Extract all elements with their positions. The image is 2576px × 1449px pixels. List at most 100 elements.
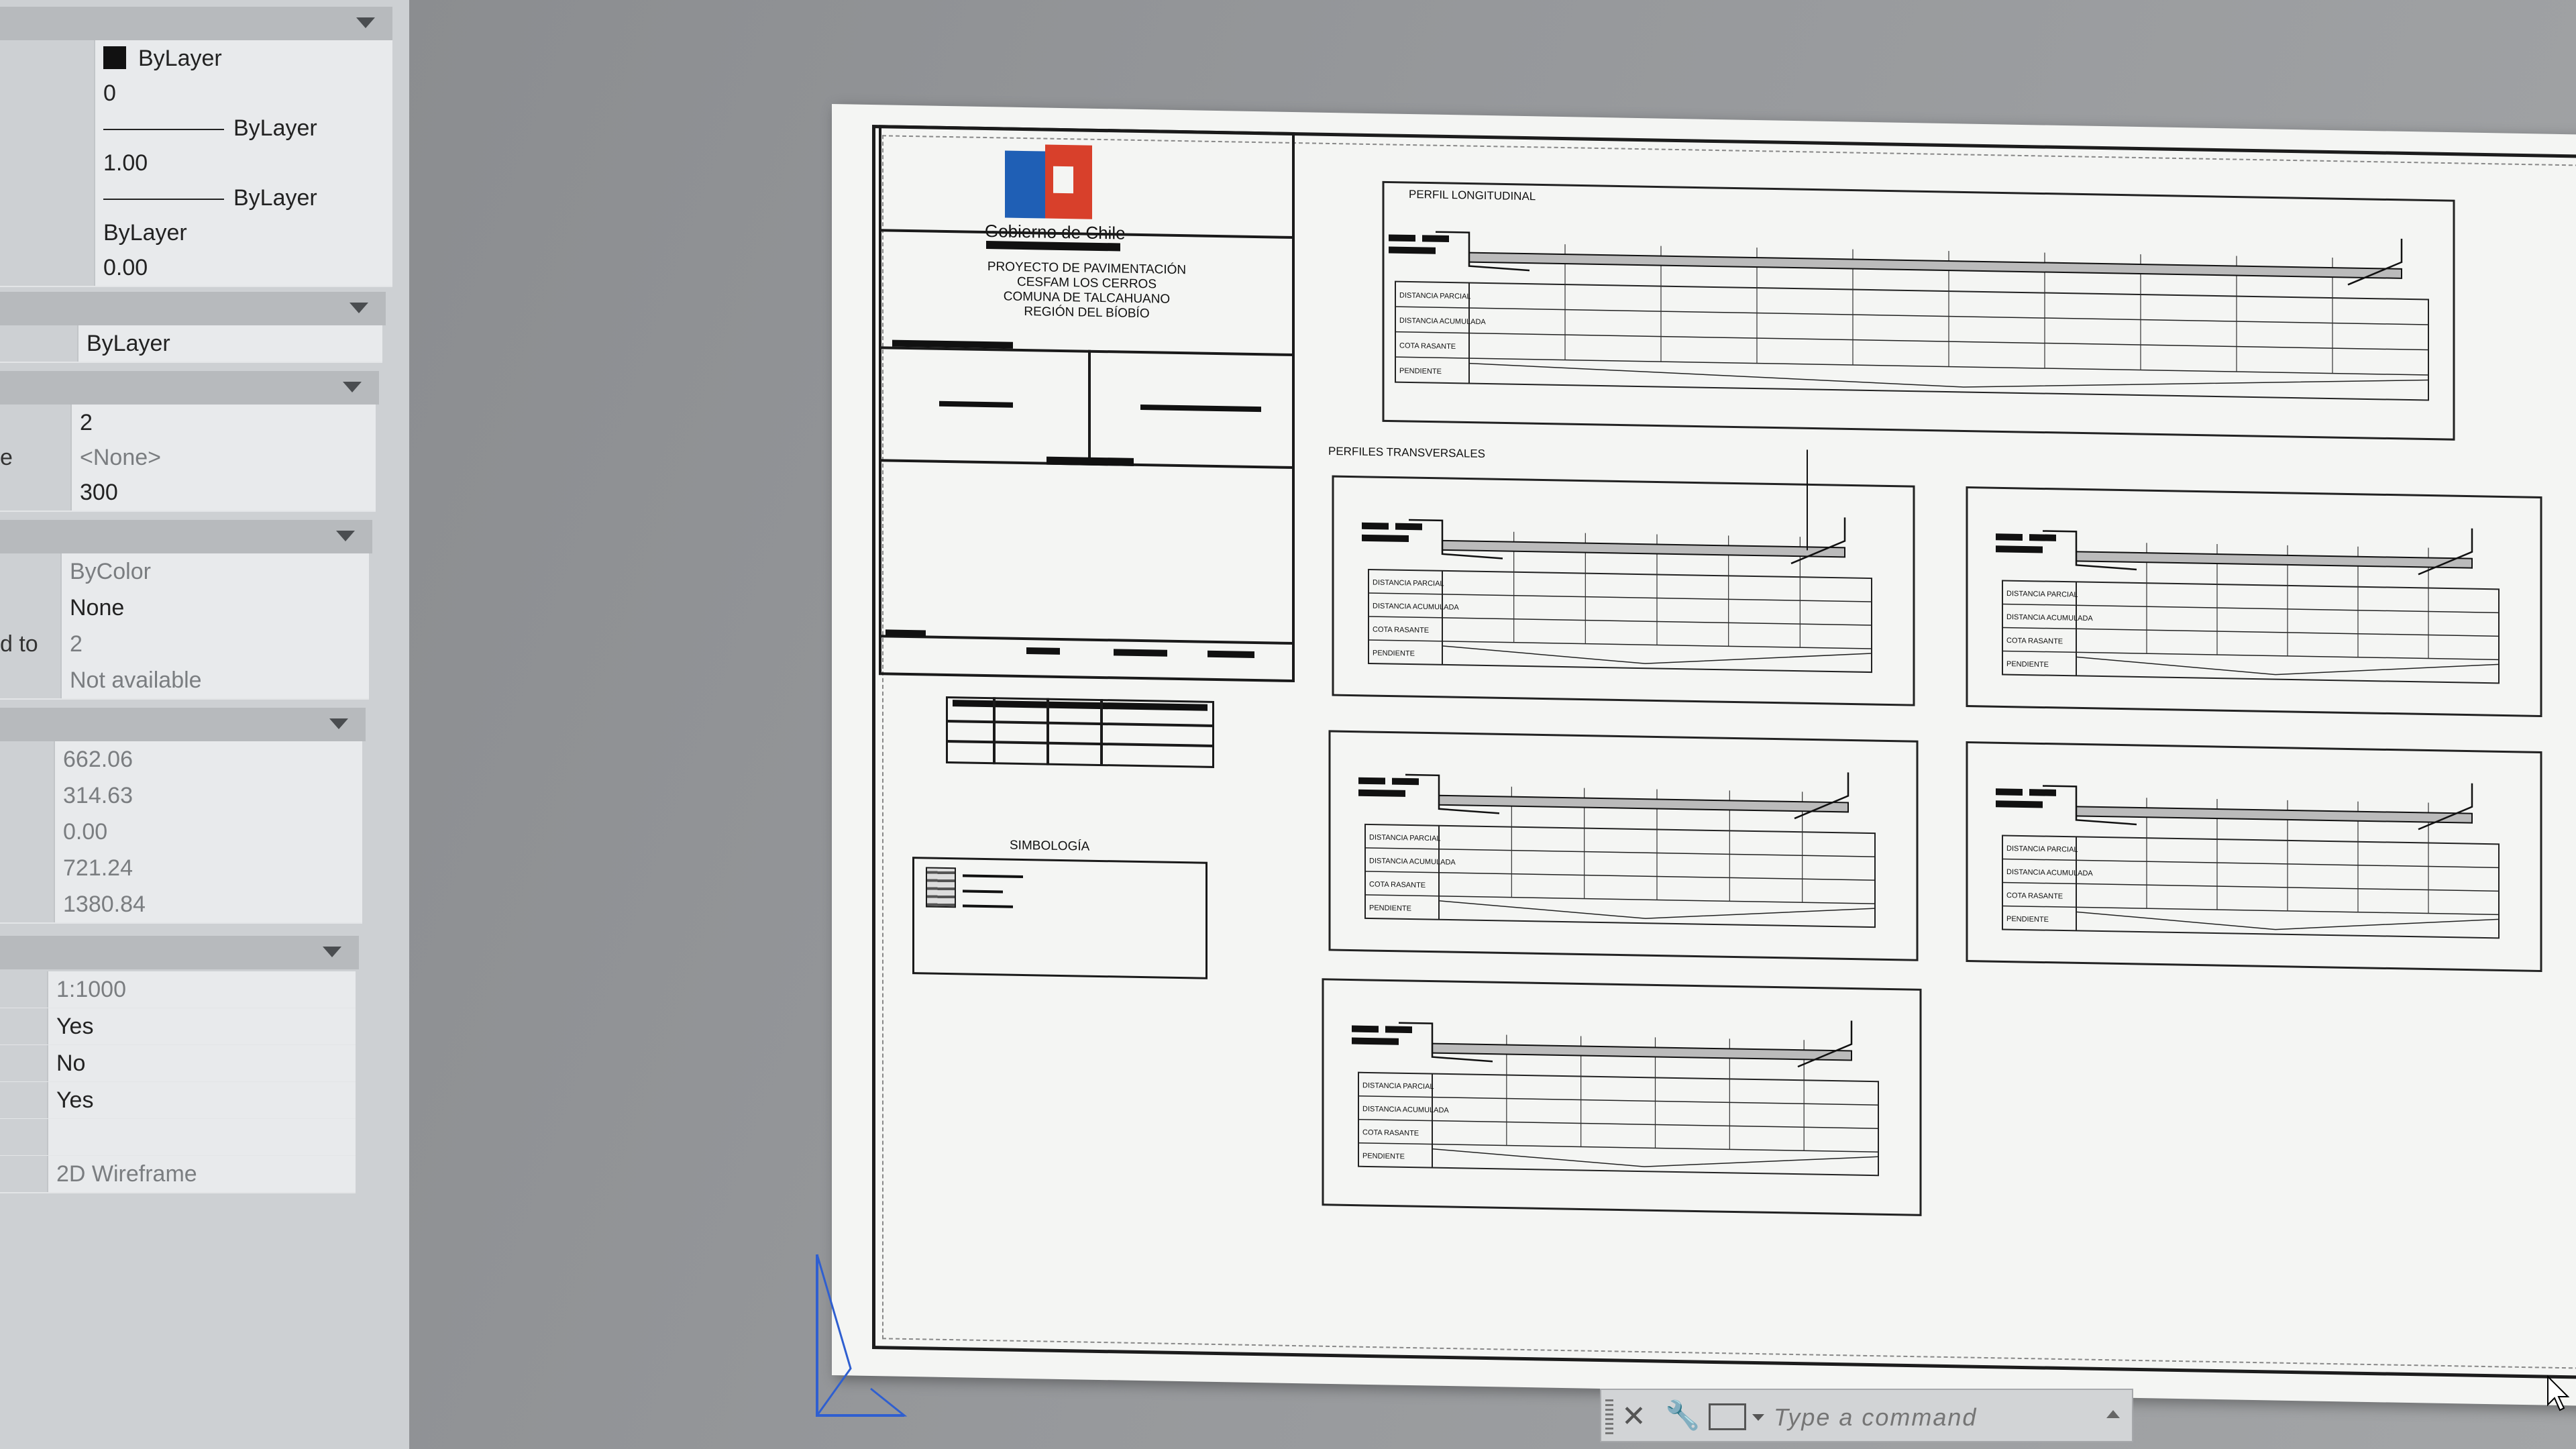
legend-block [1389, 246, 1436, 254]
collapse-arrow-icon[interactable] [350, 303, 368, 313]
property-row[interactable]: Not available [0, 662, 369, 700]
property-value[interactable]: No [47, 1045, 356, 1081]
property-row[interactable]: 314.63 [0, 777, 362, 815]
legend-block [1389, 234, 1415, 242]
property-value[interactable]: 2D Wireframe [47, 1156, 356, 1192]
command-history-up-icon[interactable] [2106, 1410, 2120, 1418]
chevron-down-icon[interactable] [1752, 1414, 1764, 1421]
command-prompt-icon[interactable] [1709, 1403, 1746, 1430]
collapse-arrow-icon[interactable] [323, 947, 341, 957]
section-header-general[interactable] [0, 7, 392, 40]
property-value[interactable]: 314.63 [54, 777, 362, 814]
property-row[interactable]: 662.06 [0, 741, 362, 779]
divider [1046, 698, 1049, 765]
close-icon[interactable]: ✕ [1621, 1397, 1646, 1437]
row-label: DISTANCIA PARCIAL [2006, 845, 2078, 854]
property-value[interactable] [47, 1119, 356, 1155]
property-row[interactable]: 1.00 [0, 145, 392, 182]
row-label: PENDIENTE [1362, 1152, 1405, 1161]
ucs-icon[interactable] [810, 1248, 918, 1436]
property-label [0, 215, 94, 251]
property-row[interactable]: 0 [0, 75, 392, 113]
pavement-layer [1432, 1042, 1852, 1061]
property-value[interactable]: ByLayer [94, 40, 392, 76]
property-value[interactable]: 0.00 [94, 250, 392, 286]
row-label: PENDIENTE [2006, 660, 2049, 669]
gobierno-chile-logo [1005, 144, 1099, 219]
pavement-layer [1468, 252, 2402, 279]
property-value[interactable]: Not available [60, 662, 369, 698]
property-row[interactable] [0, 1119, 356, 1157]
property-row[interactable]: 300 [0, 474, 376, 512]
property-row[interactable]: 1:1000 [0, 971, 356, 1009]
row-label: DISTANCIA ACUMULADA [1373, 602, 1459, 612]
section-header-plot[interactable] [0, 371, 379, 405]
symbology-title: SIMBOLOGÍA [1010, 838, 1090, 854]
property-row[interactable]: 2 [0, 405, 376, 442]
property-value[interactable]: 2 [60, 626, 369, 662]
property-value[interactable]: 0 [94, 75, 392, 111]
property-value[interactable]: ByLayer [77, 325, 382, 362]
collapse-arrow-icon[interactable] [336, 531, 355, 541]
row-label: DISTANCIA ACUMULADA [1362, 1105, 1449, 1114]
profile-drawing: DISTANCIA PARCIAL DISTANCIA ACUMULADA COTA… [1966, 486, 2542, 718]
property-row[interactable]: e <None> [0, 439, 376, 477]
property-row[interactable]: 0.00 [0, 250, 392, 287]
property-value[interactable]: 1.00 [94, 145, 392, 181]
section-header-view[interactable] [0, 708, 366, 741]
property-row[interactable]: ByLayer [0, 325, 382, 363]
section-header-3d[interactable] [0, 292, 386, 325]
property-label [0, 590, 60, 626]
property-value[interactable]: <None> [70, 439, 376, 476]
property-value[interactable]: ByLayer [94, 215, 392, 251]
collapse-arrow-icon[interactable] [343, 382, 362, 392]
drag-grip-icon[interactable] [1605, 1399, 1613, 1434]
property-row[interactable]: 2D Wireframe [0, 1156, 356, 1193]
property-value[interactable]: 662.06 [54, 741, 362, 777]
legend-block [1358, 777, 1385, 785]
transversal-title: PERFILES TRANSVERSALES [1328, 444, 1485, 461]
property-row[interactable]: ByLayer [0, 215, 392, 252]
property-value[interactable]: 2 [70, 405, 376, 441]
property-value[interactable]: Yes [47, 1082, 356, 1118]
section-header-misc[interactable] [0, 936, 359, 969]
property-row[interactable]: ByLayer [0, 40, 392, 78]
property-row[interactable]: ByLayer [0, 180, 392, 217]
property-value[interactable]: Yes [47, 1008, 356, 1044]
property-value[interactable]: ByLayer [94, 110, 392, 146]
property-value[interactable]: ByColor [60, 553, 369, 590]
customize-wrench-icon[interactable]: 🔧 [1665, 1399, 1700, 1432]
legend-block [1996, 545, 2043, 553]
property-row[interactable]: Yes [0, 1008, 356, 1046]
property-value[interactable]: ByLayer [94, 180, 392, 216]
property-value[interactable]: 1380.84 [54, 886, 362, 922]
property-row[interactable]: 721.24 [0, 850, 362, 888]
model-space-canvas[interactable]: Gobierno de Chile PROYECTO DE PAVIMENTAC… [409, 0, 2576, 1449]
property-value[interactable]: None [60, 590, 369, 626]
row-label: DISTANCIA PARCIAL [1373, 579, 1444, 588]
property-row[interactable]: 1380.84 [0, 886, 362, 924]
property-label [0, 40, 94, 76]
property-row[interactable]: ByColor [0, 553, 369, 591]
property-row[interactable]: ByLayer [0, 110, 392, 148]
property-value[interactable]: 1:1000 [47, 971, 356, 1008]
command-input[interactable] [1772, 1399, 2097, 1436]
property-value-text: ByLayer [87, 331, 170, 356]
property-value-text: 662.06 [63, 747, 133, 772]
property-value[interactable]: 721.24 [54, 850, 362, 886]
property-row[interactable]: None [0, 590, 369, 627]
property-label [0, 971, 47, 1008]
property-row[interactable]: No [0, 1045, 356, 1083]
property-row[interactable]: 0.00 [0, 814, 362, 851]
property-value-text: 0 [103, 80, 116, 106]
divider [1100, 698, 1103, 767]
collapse-arrow-icon[interactable] [329, 718, 348, 729]
property-row[interactable]: Yes [0, 1082, 356, 1120]
linetype-preview-icon [103, 129, 224, 131]
section-header-plot-style[interactable] [0, 520, 372, 553]
transversal-profile: DISTANCIA PARCIAL DISTANCIA ACUMULADA COTA… [1322, 978, 1922, 1217]
property-value[interactable]: 0.00 [54, 814, 362, 850]
collapse-arrow-icon[interactable] [356, 17, 375, 28]
property-row[interactable]: d to 2 [0, 626, 369, 663]
property-value[interactable]: 300 [70, 474, 376, 511]
